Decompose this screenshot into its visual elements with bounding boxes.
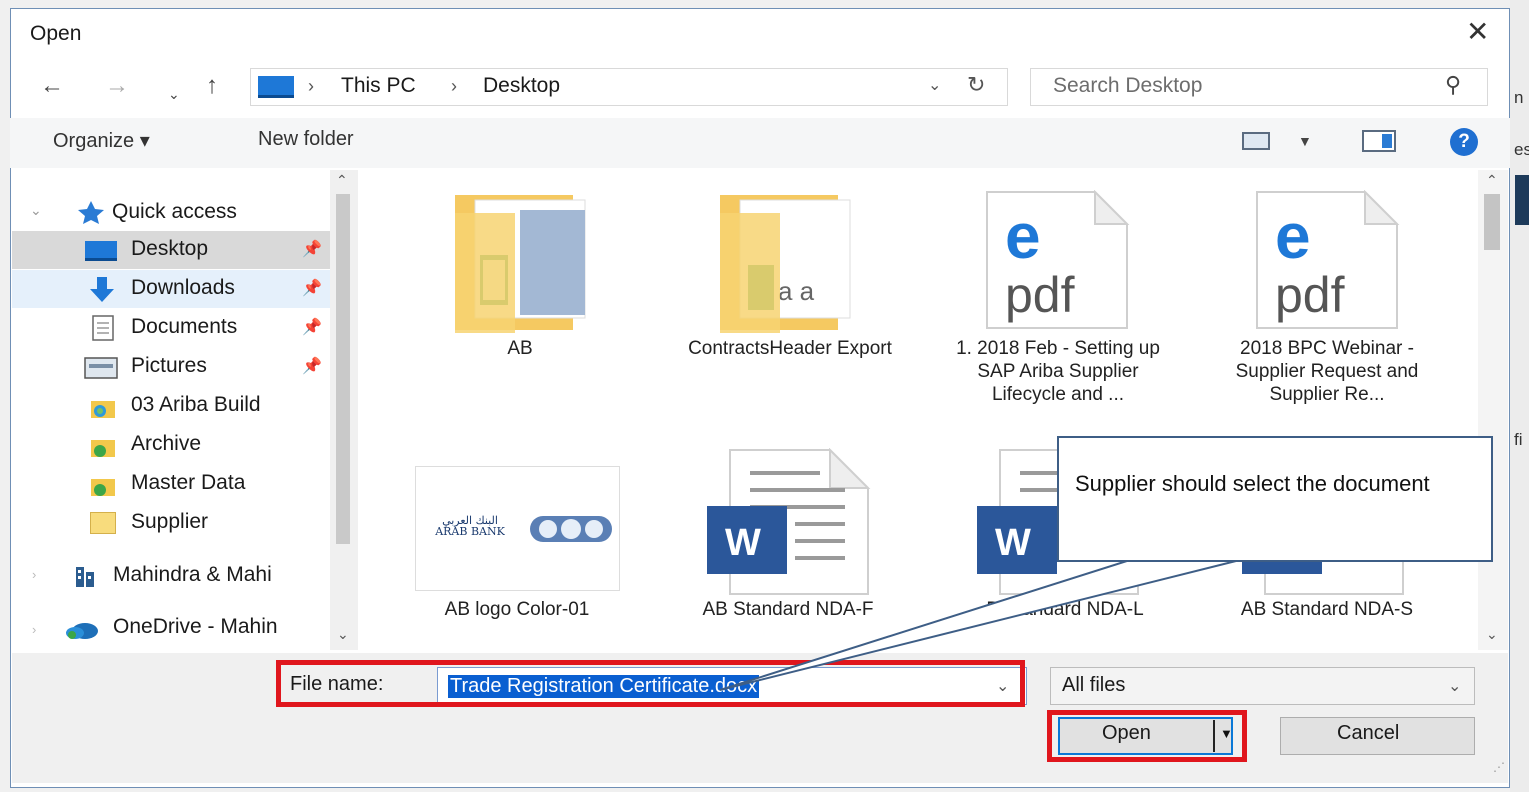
callout-pointer xyxy=(719,559,1241,691)
callout-text: Supplier should select the document xyxy=(1075,471,1430,496)
